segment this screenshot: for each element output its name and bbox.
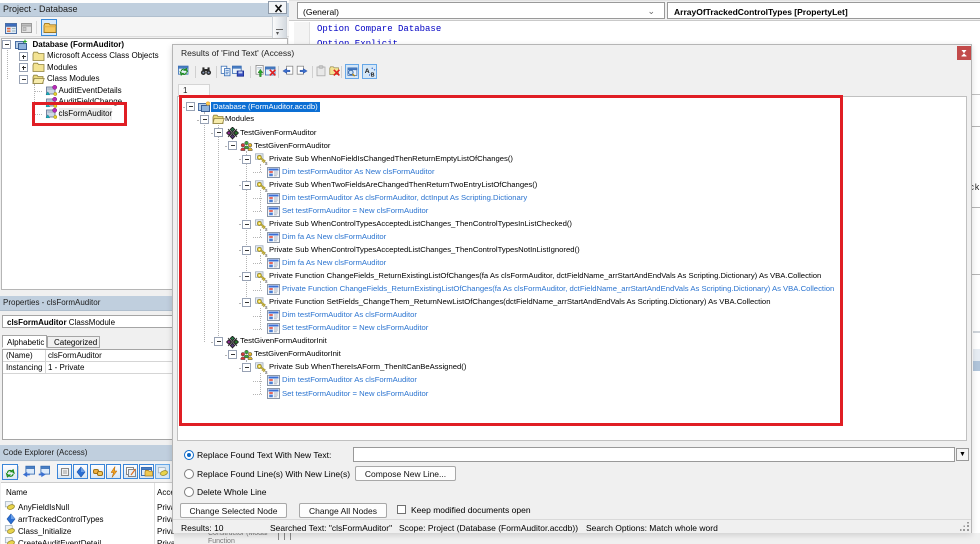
svg-text:B: B: [371, 73, 375, 79]
svg-text:A: A: [365, 68, 370, 75]
